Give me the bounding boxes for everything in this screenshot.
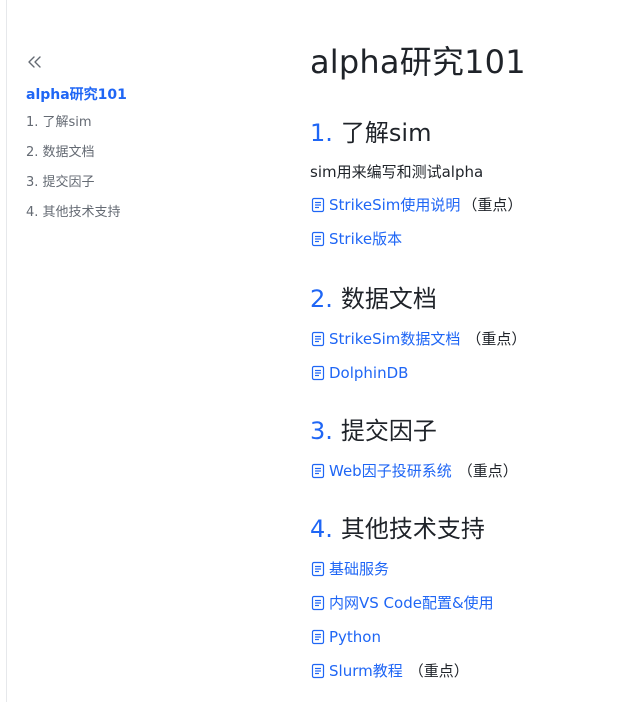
section-paragraph: sim用来编写和测试alpha — [310, 163, 484, 181]
document-icon — [310, 331, 326, 347]
section-heading: 1. 了解sim — [310, 116, 522, 150]
section-4: 4. 其他技术支持 基础服务 内网VS Code配置&使用 Python Slu… — [310, 512, 494, 688]
section-number: 2. — [310, 285, 333, 313]
doc-link-row: 基础服务 — [310, 552, 494, 586]
toc-item-4[interactable]: 4. 其他技术支持 — [26, 204, 266, 234]
doc-link-row: Python — [310, 620, 494, 654]
doc-link[interactable]: Strike版本 — [329, 228, 402, 250]
doc-link[interactable]: DolphinDB — [329, 362, 408, 384]
doc-link[interactable]: Python — [329, 626, 381, 648]
doc-link-row: 内网VS Code配置&使用 — [310, 586, 494, 620]
doc-link[interactable]: Slurm教程 — [329, 660, 403, 682]
page: alpha研究101 1. 了解sim 2. 数据文档 3. 提交因子 4. 其… — [0, 0, 644, 702]
doc-link-row: Slurm教程 （重点） — [310, 654, 494, 688]
section-title: 其他技术支持 — [340, 515, 485, 543]
document-icon — [310, 561, 326, 577]
doc-link-row: Strike版本 — [310, 222, 522, 256]
document-icon — [310, 365, 326, 381]
section-number: 1. — [310, 119, 333, 147]
section-3: 3. 提交因子 Web因子投研系统 （重点） — [310, 414, 518, 488]
doc-link-row: StrikeSim使用说明 （重点） — [310, 188, 522, 222]
doc-link-row: DolphinDB — [310, 356, 526, 390]
section-heading: 4. 其他技术支持 — [310, 512, 494, 546]
section-title: 数据文档 — [340, 285, 437, 313]
section-title: 了解sim — [340, 119, 432, 147]
document-icon — [310, 595, 326, 611]
doc-link[interactable]: 内网VS Code配置&使用 — [329, 592, 494, 614]
link-note: （重点） — [457, 462, 518, 480]
document-icon — [310, 231, 326, 247]
document-icon — [310, 629, 326, 645]
document-icon — [310, 663, 326, 679]
toc-item-3[interactable]: 3. 提交因子 — [26, 174, 266, 204]
doc-link[interactable]: Web因子投研系统 — [329, 460, 452, 482]
link-note: （重点） — [408, 662, 469, 680]
toc-list: 1. 了解sim 2. 数据文档 3. 提交因子 4. 其他技术支持 — [26, 114, 266, 234]
doc-link[interactable]: StrikeSim使用说明 — [329, 194, 460, 216]
document-icon — [310, 463, 326, 479]
document-icon — [310, 197, 326, 213]
document-body: alpha研究101 1. 了解sim sim用来编写和测试alpha Stri… — [310, 40, 630, 680]
section-heading: 2. 数据文档 — [310, 282, 526, 316]
section-2: 2. 数据文档 StrikeSim数据文档 （重点） DolphinDB — [310, 282, 526, 390]
section-1: 1. 了解sim sim用来编写和测试alpha StrikeSim使用说明 （… — [310, 116, 522, 256]
doc-link[interactable]: StrikeSim数据文档 — [329, 328, 460, 350]
toc-sidebar: alpha研究101 1. 了解sim 2. 数据文档 3. 提交因子 4. 其… — [26, 52, 266, 234]
toc-item-1[interactable]: 1. 了解sim — [26, 114, 266, 144]
double-chevron-left-icon[interactable] — [26, 52, 44, 72]
link-note: （重点） — [466, 330, 527, 348]
section-number: 4. — [310, 515, 333, 543]
doc-link[interactable]: 基础服务 — [329, 558, 389, 580]
link-note: （重点） — [462, 196, 523, 214]
toc-item-2[interactable]: 2. 数据文档 — [26, 144, 266, 174]
doc-link-row: Web因子投研系统 （重点） — [310, 454, 518, 488]
section-title: 提交因子 — [340, 417, 437, 445]
section-number: 3. — [310, 417, 333, 445]
left-divider — [6, 0, 7, 702]
doc-link-row: StrikeSim数据文档 （重点） — [310, 322, 526, 356]
page-title: alpha研究101 — [310, 43, 526, 81]
toc-title[interactable]: alpha研究101 — [26, 86, 266, 104]
section-heading: 3. 提交因子 — [310, 414, 518, 448]
